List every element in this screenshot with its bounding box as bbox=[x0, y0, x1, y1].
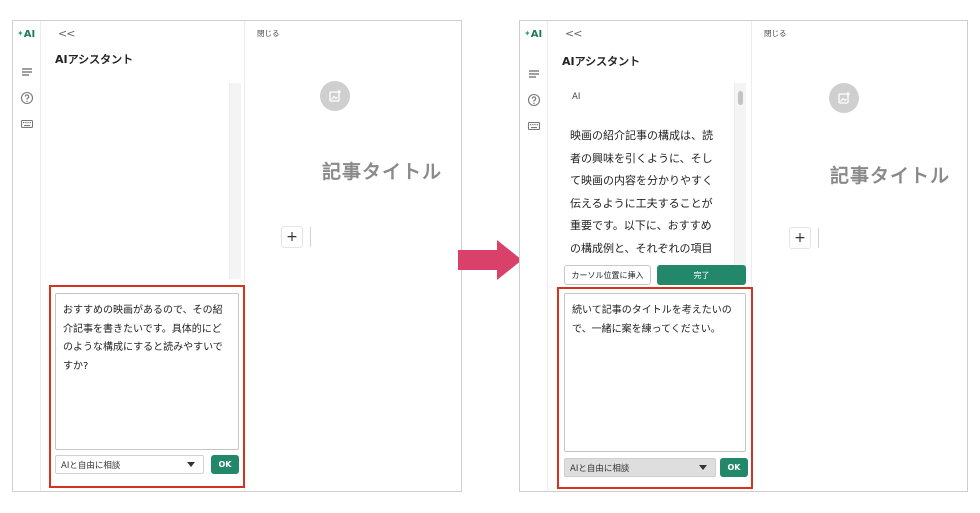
scrollbar[interactable] bbox=[229, 83, 241, 279]
image-add-icon[interactable] bbox=[320, 81, 350, 111]
close-link[interactable]: 閉じる bbox=[257, 28, 280, 39]
ai-assistant-panel: << AIアシスタント おすすめの映画があるので、その紹介記事を書きたいです。具… bbox=[41, 21, 244, 491]
screen-before: ✦AI << AIアシスタント おすすめの映画があるので、その紹介記事を書きたい… bbox=[12, 20, 462, 492]
article-title[interactable]: 記事タイトル bbox=[322, 157, 442, 184]
keyboard-icon[interactable] bbox=[20, 117, 34, 131]
chevron-down-icon bbox=[699, 465, 707, 470]
ok-button[interactable]: OK bbox=[720, 458, 748, 477]
list-icon[interactable] bbox=[20, 65, 34, 79]
screen-after: ✦AI << AIアシスタント AI 映画の紹介記事の構成は、読者の興味を引くよ… bbox=[519, 20, 968, 492]
chevron-down-icon bbox=[187, 462, 195, 467]
assistant-title: AIアシスタント bbox=[562, 55, 641, 68]
scrollbar-thumb[interactable] bbox=[738, 91, 743, 105]
add-block-button[interactable]: + bbox=[789, 227, 811, 249]
insert-at-cursor-button[interactable]: カーソル位置に挿入 bbox=[564, 265, 651, 285]
scrollbar[interactable] bbox=[734, 83, 746, 279]
mode-select[interactable]: AIと自由に相談 bbox=[55, 455, 204, 474]
text-cursor bbox=[310, 227, 311, 247]
ai-assistant-panel: << AIアシスタント AI 映画の紹介記事の構成は、読者の興味を引くように、そ… bbox=[548, 21, 751, 491]
collapse-icon[interactable]: << bbox=[565, 27, 582, 40]
mode-select-value: AIと自由に相談 bbox=[61, 460, 121, 471]
mode-select[interactable]: AIと自由に相談 bbox=[564, 458, 716, 477]
close-link[interactable]: 閉じる bbox=[764, 28, 787, 39]
mode-select-value: AIと自由に相談 bbox=[570, 463, 630, 474]
collapse-icon[interactable]: << bbox=[58, 27, 75, 40]
image-add-icon[interactable] bbox=[829, 83, 859, 113]
ai-response-text: 映画の紹介記事の構成は、読者の興味を引くように、そして映画の内容を分かりやすく伝… bbox=[570, 129, 713, 253]
prompt-input[interactable]: おすすめの映画があるので、その紹介記事を書きたいです。具体的にどのような構成にす… bbox=[55, 293, 239, 450]
icon-rail: ✦AI bbox=[520, 21, 548, 491]
ai-spark-icon[interactable]: ✦AI bbox=[17, 29, 35, 40]
help-circle-icon[interactable] bbox=[527, 93, 541, 107]
editor-area: 閉じる 記事タイトル + bbox=[244, 21, 461, 491]
help-circle-icon[interactable] bbox=[20, 91, 34, 105]
icon-rail: ✦AI bbox=[13, 21, 41, 491]
add-block-button[interactable]: + bbox=[281, 226, 303, 248]
editor-area: 閉じる 記事タイトル + bbox=[751, 21, 967, 491]
arrow-right-icon bbox=[458, 240, 522, 280]
text-cursor bbox=[818, 228, 819, 248]
response-label: AI bbox=[572, 92, 581, 102]
assistant-title: AIアシスタント bbox=[55, 53, 134, 66]
keyboard-icon[interactable] bbox=[527, 119, 541, 133]
ok-button[interactable]: OK bbox=[211, 455, 239, 474]
article-title[interactable]: 記事タイトル bbox=[830, 161, 950, 188]
ai-spark-icon[interactable]: ✦AI bbox=[524, 29, 542, 40]
list-icon[interactable] bbox=[527, 67, 541, 81]
done-button[interactable]: 完了 bbox=[657, 265, 746, 285]
prompt-input[interactable]: 続いて記事のタイトルを考えたいので、一緒に案を練ってください。 bbox=[564, 293, 746, 452]
